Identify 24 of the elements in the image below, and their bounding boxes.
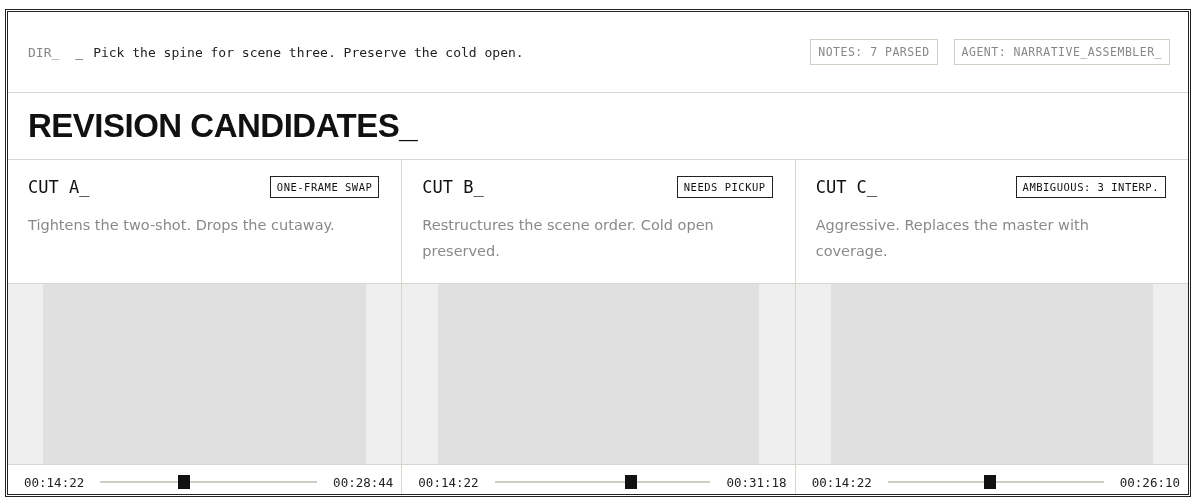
status-chip: NOTES: 7 PARSED bbox=[810, 39, 938, 65]
start-timecode: 00:14:22 bbox=[24, 474, 85, 490]
scrub-handle[interactable] bbox=[983, 475, 996, 489]
cut-title: CUT C_ bbox=[815, 177, 878, 197]
start-timecode: 00:14:22 bbox=[811, 474, 872, 490]
cut-description: Restructures the scene order. Cold open preserved. bbox=[422, 216, 715, 261]
cut-title: CUT B_ bbox=[422, 177, 484, 197]
start-timecode: 00:14:22 bbox=[418, 474, 479, 490]
scrub-handle[interactable] bbox=[625, 475, 638, 489]
status-chip: AGENT: NARRATIVE_ASSEMBLER_ bbox=[953, 39, 1170, 65]
page-heading: REVISION CANDIDATES_ bbox=[28, 107, 418, 145]
scrub-handle[interactable] bbox=[178, 475, 191, 489]
end-timecode: 00:28:44 bbox=[333, 474, 394, 490]
cut-description: Aggressive. Replaces the master with coverage. bbox=[815, 216, 1090, 261]
cut-tag: NEEDS PICKUP bbox=[676, 176, 773, 198]
cut-tag: ONE-FRAME SWAP bbox=[269, 176, 380, 198]
cut-title: CUT A_ bbox=[28, 177, 90, 197]
prefix-label: DIR_ bbox=[28, 44, 60, 60]
cursor-mark: _ bbox=[75, 44, 84, 60]
cut-description: Tightens the two-shot. Drops the cutaway. bbox=[28, 216, 336, 235]
instruction-text: Pick the spine for scene three. Preserve the cold open. bbox=[93, 44, 525, 60]
end-timecode: 00:31:18 bbox=[726, 474, 787, 490]
cut-tag: AMBIGUOUS: 3 INTERP. bbox=[1015, 176, 1166, 198]
end-timecode: 00:26:10 bbox=[1119, 474, 1180, 490]
